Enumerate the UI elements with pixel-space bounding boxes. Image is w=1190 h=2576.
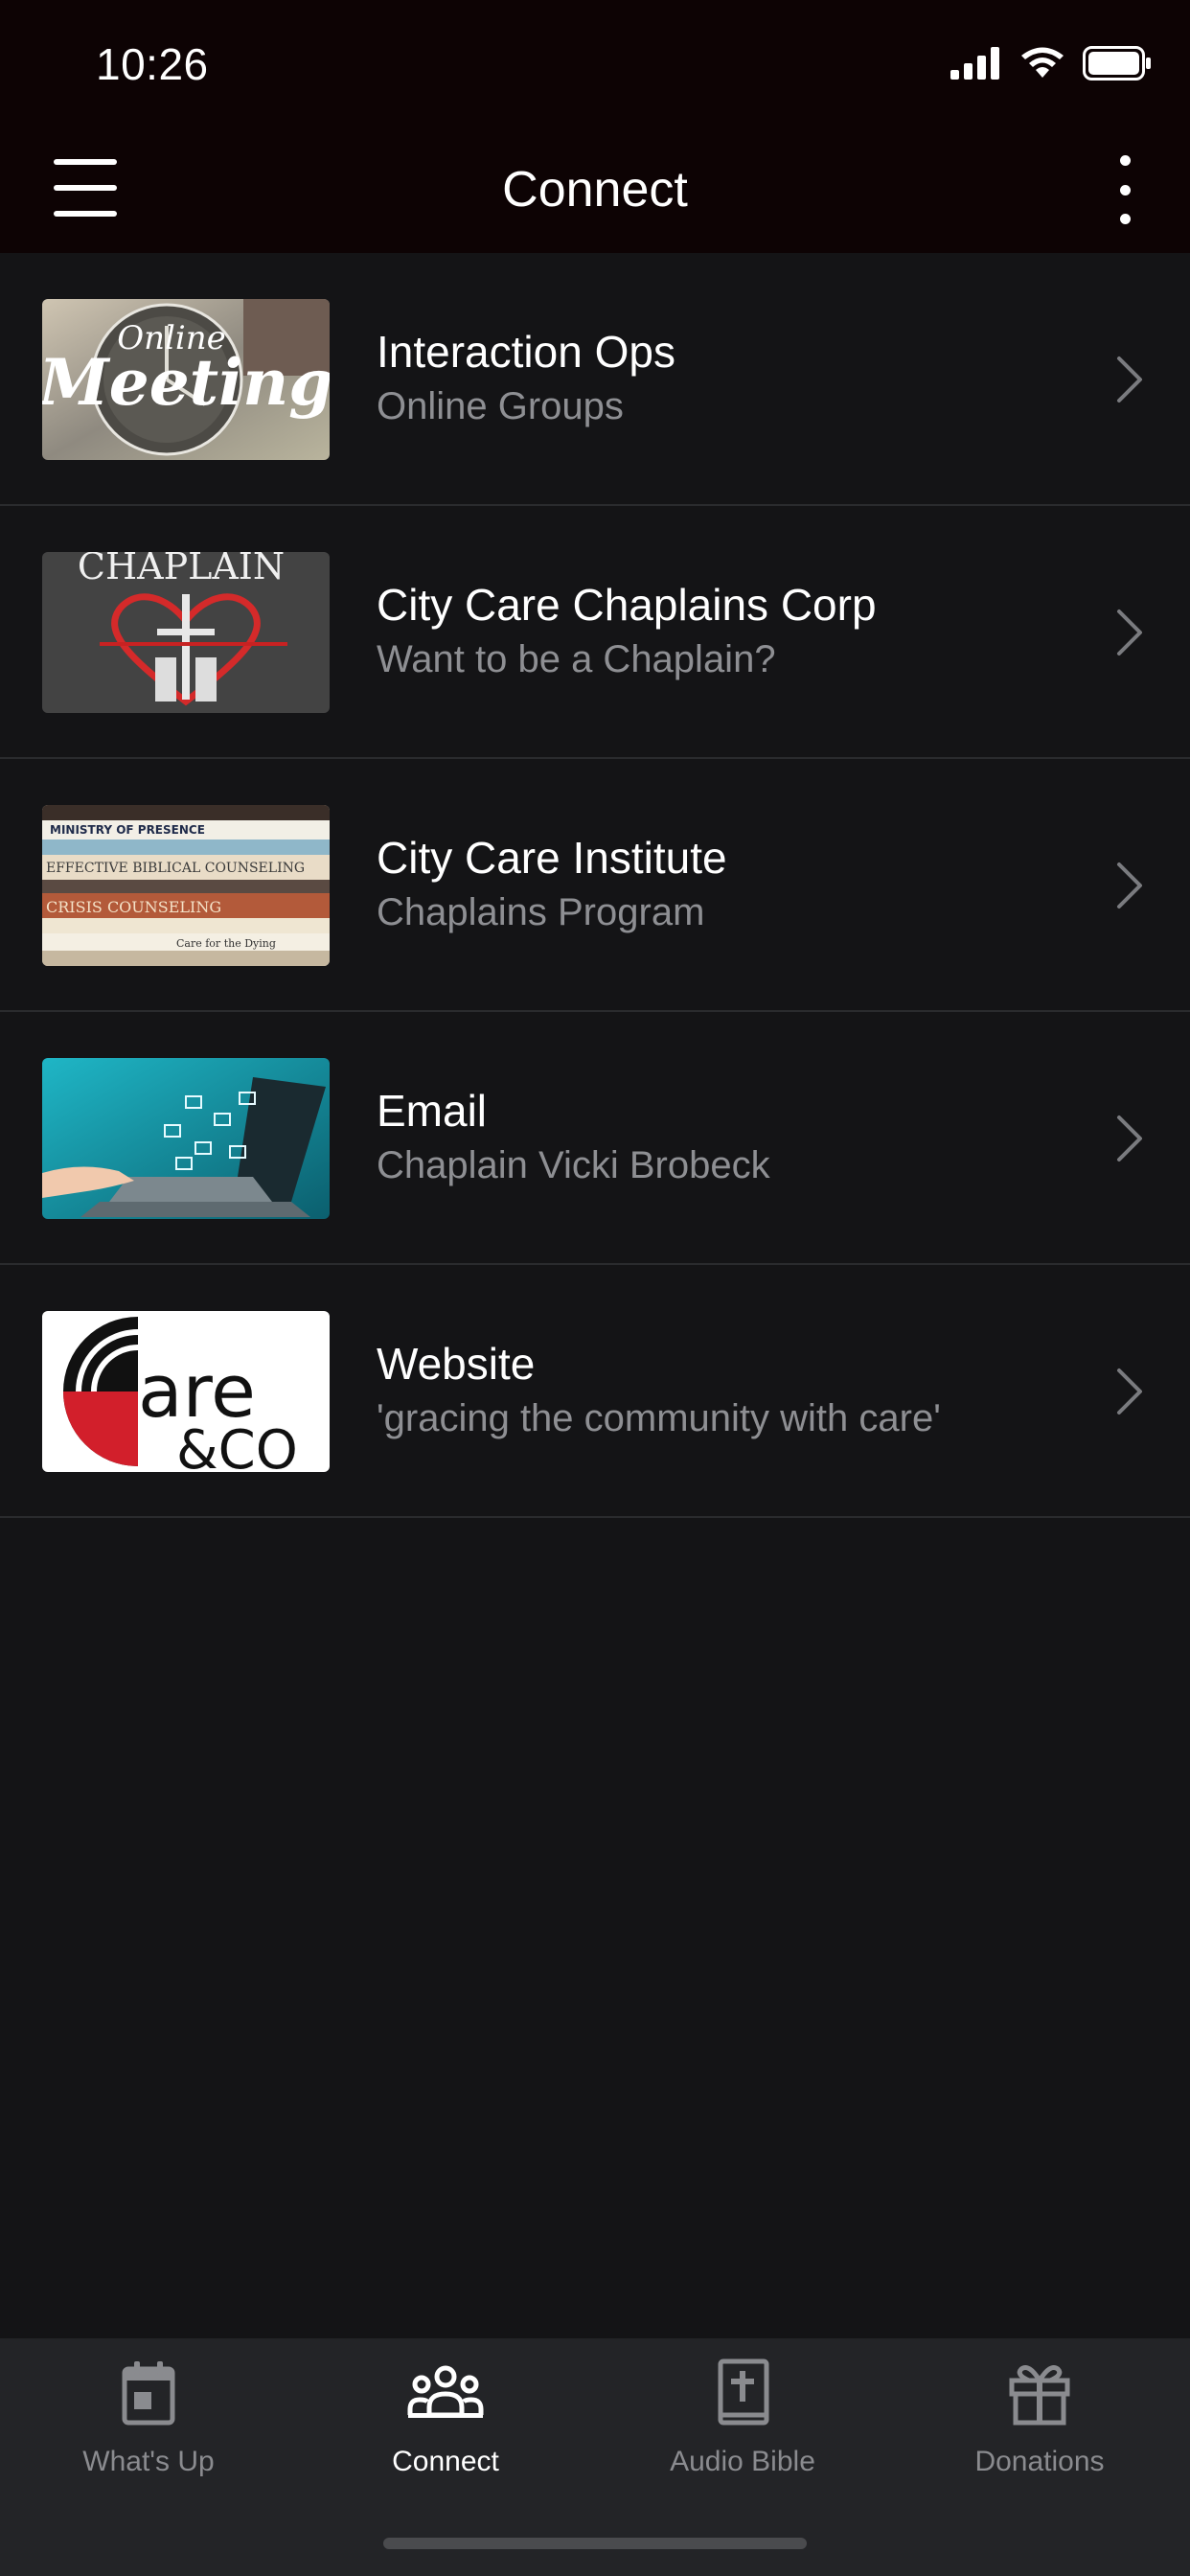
more-vertical-icon[interactable] <box>1106 155 1144 224</box>
chevron-right-icon <box>1117 1368 1142 1414</box>
logo-text-co: &CO <box>176 1419 298 1472</box>
people-group-icon <box>407 2365 484 2418</box>
list-item-city-care-institute[interactable]: MINISTRY OF PRESENCE EFFECTIVE BIBLICAL … <box>0 759 1190 1012</box>
thumbnail-text-chaplain: CHAPLAIN <box>78 552 285 587</box>
tab-label: What's Up <box>82 2446 215 2477</box>
thumbnail-text-meeting: Meeting <box>42 345 330 420</box>
status-icons <box>950 46 1152 80</box>
book-spine-ministry: MINISTRY OF PRESENCE <box>50 823 205 837</box>
list-item-city-care-chaplains-corp[interactable]: CHAPLAIN City Care Chaplains Corp Want t… <box>0 506 1190 759</box>
tab-label: Connect <box>392 2446 499 2477</box>
wifi-icon <box>1021 47 1064 78</box>
list-item-interaction-ops[interactable]: Online Meeting Interaction Ops Online Gr… <box>0 253 1190 506</box>
item-title: Interaction Ops <box>377 327 675 377</box>
cellular-signal-icon <box>950 47 999 80</box>
item-subtitle: Online Groups <box>377 385 624 427</box>
item-subtitle: Chaplain Vicki Brobeck <box>377 1144 770 1186</box>
tab-whats-up[interactable]: What's Up <box>0 2356 297 2499</box>
books-thumbnail: MINISTRY OF PRESENCE EFFECTIVE BIBLICAL … <box>42 805 330 966</box>
connect-list: Online Meeting Interaction Ops Online Gr… <box>0 253 1190 1518</box>
item-title: City Care Institute <box>377 833 727 883</box>
item-title: City Care Chaplains Corp <box>377 580 877 630</box>
item-subtitle: Want to be a Chaplain? <box>377 638 776 680</box>
calendar-icon <box>122 2361 175 2426</box>
chevron-right-icon <box>1117 610 1142 656</box>
chevron-right-icon <box>1117 862 1142 908</box>
email-laptop-thumbnail <box>42 1058 330 1219</box>
tab-label: Audio Bible <box>670 2446 815 2477</box>
status-time: 10:26 <box>96 39 209 89</box>
tab-connect[interactable]: Connect <box>297 2356 594 2499</box>
book-spine-counseling: EFFECTIVE BIBLICAL COUNSELING <box>46 861 305 876</box>
bible-icon <box>718 2358 769 2426</box>
header: 10:26 Connect <box>0 0 1190 253</box>
tab-donations[interactable]: Donations <box>891 2356 1188 2499</box>
list-item-website[interactable]: are &CO Website 'gracing the community w… <box>0 1265 1190 1518</box>
gift-icon <box>1009 2365 1070 2426</box>
tab-audio-bible[interactable]: Audio Bible <box>594 2356 891 2499</box>
chevron-right-icon <box>1117 356 1142 402</box>
item-subtitle: Chaplains Program <box>377 891 705 933</box>
chaplain-thumbnail: CHAPLAIN <box>42 552 330 713</box>
item-subtitle: 'gracing the community with care' <box>377 1397 941 1439</box>
item-title: Website <box>377 1339 536 1389</box>
battery-icon <box>1083 46 1151 80</box>
home-indicator <box>383 2538 807 2549</box>
list-item-email[interactable]: Email Chaplain Vicki Brobeck <box>0 1012 1190 1265</box>
online-meeting-thumbnail: Online Meeting <box>42 299 330 460</box>
app-screen: 10:26 Connect Online Meeting Interaction… <box>0 0 1190 2576</box>
page-title: Connect <box>502 162 688 218</box>
care-and-co-logo-thumbnail: are &CO <box>42 1311 330 1472</box>
chevron-right-icon <box>1117 1116 1142 1162</box>
book-spine-crisis: CRISIS COUNSELING <box>46 898 221 916</box>
tab-label: Donations <box>974 2446 1105 2477</box>
book-spine-dying: Care for the Dying <box>176 937 276 950</box>
item-title: Email <box>377 1086 488 1136</box>
